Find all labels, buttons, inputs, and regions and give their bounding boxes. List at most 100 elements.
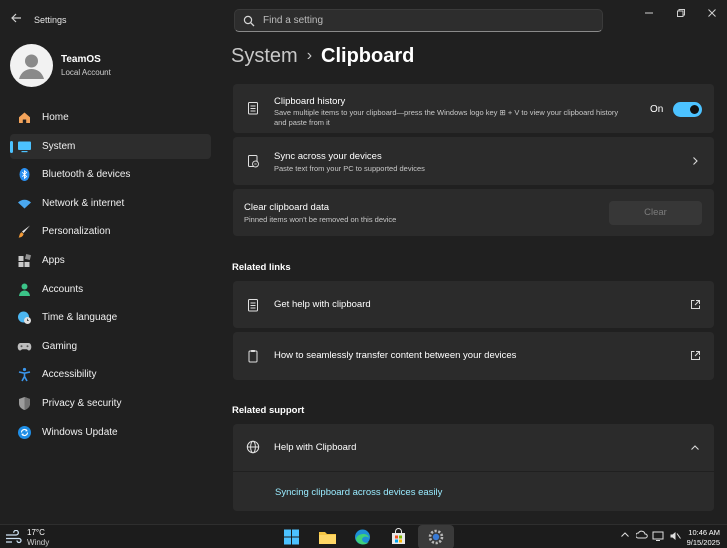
sync-description: Paste text from your PC to supported dev…: [274, 164, 425, 173]
home-icon: [19, 112, 30, 123]
app-title: Settings: [34, 15, 67, 25]
globe-icon: [246, 440, 260, 454]
clipboard-history-card: Clipboard history Save multiple items to…: [233, 84, 714, 133]
weather-temperature: 17°C: [27, 528, 45, 537]
restore-icon: [677, 9, 685, 17]
user-avatar-icon: [19, 54, 44, 79]
profile-account-type: Local Account: [61, 68, 111, 77]
sidebar-item-apps[interactable]: Apps: [10, 248, 211, 273]
toggle-knob: [690, 105, 699, 114]
sidebar-item-accounts[interactable]: Accounts: [10, 277, 211, 302]
help-with-clipboard-header[interactable]: Help with Clipboard: [233, 424, 714, 471]
weather-condition: Windy: [27, 538, 50, 547]
clear-title: Clear clipboard data: [244, 202, 330, 213]
globe-clock-icon: [18, 311, 31, 325]
sidebar-item-system[interactable]: System: [10, 133, 211, 159]
taskbar-edge[interactable]: [352, 527, 373, 547]
cloud-sync-icon: [635, 530, 648, 539]
clear-button[interactable]: Clear: [609, 201, 702, 225]
search-box[interactable]: [234, 9, 603, 32]
windows-logo-icon: [284, 529, 299, 545]
minimize-icon: [645, 12, 653, 14]
related-link-label: Get help with clipboard: [274, 299, 371, 310]
brush-icon: [18, 225, 30, 238]
chevron-up-icon: [691, 445, 699, 450]
sidebar-item-gaming[interactable]: Gaming: [10, 334, 211, 359]
sidebar-item-time-language[interactable]: Time & language: [10, 305, 211, 330]
related-link-help-clipboard[interactable]: Get help with clipboard: [233, 281, 714, 328]
breadcrumb-separator: ›: [306, 47, 313, 64]
monitor-network-icon: [652, 531, 664, 541]
system-icon: [18, 141, 31, 152]
sync-title: Sync across your devices: [274, 151, 382, 162]
accounts-icon: [19, 283, 30, 296]
back-button[interactable]: [9, 12, 23, 26]
sidebar-item-privacy-security[interactable]: Privacy & security: [10, 391, 211, 416]
sidebar-item-network-internet[interactable]: Network & internet: [10, 191, 211, 216]
page-title: Clipboard: [321, 45, 415, 67]
clipboard-history-icon: [248, 102, 258, 115]
clock-time[interactable]: 10:46 AM: [688, 528, 720, 537]
chevron-right-icon: [693, 157, 698, 165]
sidebar-item-personalization[interactable]: Personalization: [10, 219, 211, 244]
related-link-label: How to seamlessly transfer content betwe…: [274, 350, 517, 361]
accessibility-icon: [18, 368, 31, 382]
breadcrumb: System › Clipboard: [231, 45, 414, 68]
sidebar-item-accessibility[interactable]: Accessibility: [10, 362, 211, 387]
breadcrumb-parent[interactable]: System: [231, 45, 298, 67]
close-icon: [708, 9, 716, 17]
taskbar-settings[interactable]: [418, 525, 454, 548]
show-hidden-icons-button[interactable]: [619, 530, 631, 542]
clock-date[interactable]: 9/15/2025: [687, 538, 720, 547]
user-profile[interactable]: TeamOS Local Account: [10, 44, 210, 88]
clipboard-icon: [248, 299, 258, 312]
sidebar-item-bluetooth-devices[interactable]: Bluetooth & devices: [10, 162, 211, 187]
open-external-icon: [691, 300, 700, 309]
clipboard-sync-icon: [248, 155, 259, 168]
taskbar-file-explorer[interactable]: [317, 527, 338, 547]
update-icon: [18, 425, 31, 439]
edge-icon: [355, 529, 370, 545]
support-link-syncing[interactable]: Syncing clipboard across devices easily: [275, 487, 442, 498]
related-link-transfer-content[interactable]: How to seamlessly transfer content betwe…: [233, 332, 714, 380]
back-arrow-icon: [11, 13, 21, 23]
clipboard-history-title: Clipboard history: [274, 96, 346, 107]
related-links-heading: Related links: [232, 262, 291, 273]
title-bar: Settings: [0, 0, 727, 38]
clipboard-history-state-label: On: [650, 104, 664, 115]
sync-across-devices-card[interactable]: Sync across your devices Paste text from…: [233, 137, 714, 185]
clipboard-history-description: Save multiple items to your clipboard—pr…: [274, 108, 619, 127]
chevron-up-icon: [621, 532, 629, 537]
taskbar: 17°C Windy 10:46 AM 9/15/2025: [0, 524, 727, 548]
avatar: [10, 44, 53, 87]
folder-icon: [319, 532, 336, 544]
sidebar-item-windows-update[interactable]: Windows Update: [10, 420, 211, 445]
network-status[interactable]: [652, 530, 664, 542]
open-external-icon: [691, 351, 700, 360]
clear-description: Pinned items won't be removed on this de…: [244, 215, 397, 224]
bluetooth-icon: [19, 168, 30, 182]
close-button[interactable]: [704, 8, 720, 22]
clipboard-history-toggle[interactable]: [673, 102, 702, 117]
gamepad-icon: [17, 342, 32, 351]
clipboard-icon: [248, 350, 258, 363]
speaker-muted-icon: [670, 532, 681, 540]
taskbar-store[interactable]: [388, 527, 409, 547]
search-icon: [243, 15, 255, 27]
maximize-button[interactable]: [673, 8, 689, 22]
wind-icon: [6, 530, 22, 544]
gear-icon: [428, 529, 444, 545]
start-button[interactable]: [281, 527, 302, 547]
profile-name: TeamOS: [61, 54, 101, 65]
tray-item[interactable]: [635, 530, 648, 542]
minimize-button[interactable]: [641, 8, 657, 22]
volume-status[interactable]: [669, 530, 681, 542]
clear-clipboard-card: Clear clipboard data Pinned items won't …: [233, 189, 714, 236]
wifi-icon: [18, 199, 31, 209]
store-icon: [392, 528, 405, 544]
sidebar-item-home[interactable]: Home: [10, 105, 211, 130]
apps-icon: [18, 253, 32, 267]
help-with-clipboard-title: Help with Clipboard: [274, 442, 357, 453]
search-input[interactable]: [263, 13, 563, 28]
related-support-heading: Related support: [232, 405, 305, 416]
